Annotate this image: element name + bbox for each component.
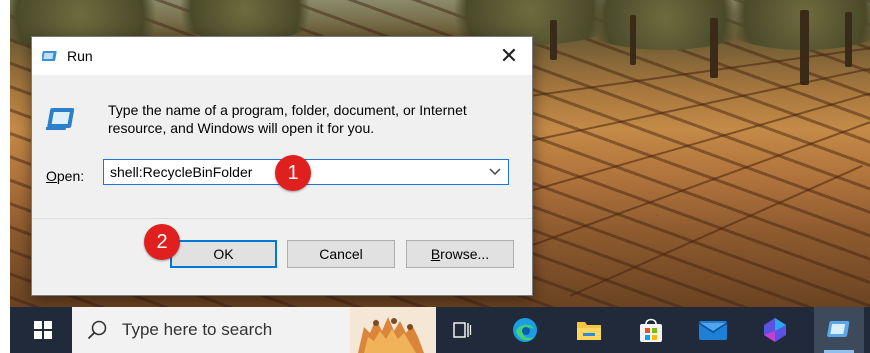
edge-button[interactable] <box>510 315 540 345</box>
callout-marker-2: 2 <box>144 224 180 260</box>
cancel-button-label: Cancel <box>319 246 363 262</box>
taskbar-search-box[interactable]: Type here to search <box>72 307 436 353</box>
ok-button[interactable]: OK <box>170 240 277 268</box>
search-highlight-art-icon <box>350 307 436 353</box>
callout-marker-1: 1 <box>275 155 311 191</box>
browse-button-label: Browse... <box>431 246 489 262</box>
search-icon <box>87 320 107 340</box>
start-button[interactable] <box>18 307 68 353</box>
run-app-icon <box>42 51 57 61</box>
copilot-button[interactable] <box>760 315 790 345</box>
close-icon: ✕ <box>499 43 519 68</box>
file-explorer-icon <box>577 322 601 340</box>
ok-button-label: OK <box>213 246 234 262</box>
open-label: Open: <box>46 168 84 184</box>
dialog-description: Type the name of a program, folder, docu… <box>108 102 467 136</box>
dialog-title: Run <box>67 48 93 64</box>
file-explorer-button[interactable] <box>574 315 604 345</box>
open-label-text: pen: <box>56 168 85 184</box>
task-view-icon <box>453 322 472 338</box>
title-bar[interactable]: Run ✕ <box>32 37 532 75</box>
open-label-accelerator: O <box>46 168 57 184</box>
browse-button[interactable]: Browse... <box>406 240 514 268</box>
close-button[interactable]: ✕ <box>486 37 532 75</box>
microsoft-store-icon <box>640 318 662 342</box>
cancel-button[interactable]: Cancel <box>287 240 395 268</box>
search-placeholder: Type here to search <box>122 320 273 339</box>
task-view-button[interactable] <box>447 315 477 345</box>
windows-start-icon <box>34 321 52 339</box>
mail-icon <box>698 321 728 340</box>
chevron-down-icon[interactable] <box>486 163 504 181</box>
microsoft-store-button[interactable] <box>636 315 666 345</box>
run-app-icon <box>827 321 850 337</box>
browse-accelerator: B <box>430 246 441 262</box>
run-taskbar-button[interactable] <box>814 307 864 353</box>
run-program-icon <box>46 108 75 130</box>
taskbar: Type here to search <box>10 307 870 353</box>
browse-label-text: rowse... <box>440 246 490 262</box>
edge-icon <box>513 318 537 342</box>
mail-button[interactable] <box>698 315 728 345</box>
copilot-icon <box>764 318 786 342</box>
